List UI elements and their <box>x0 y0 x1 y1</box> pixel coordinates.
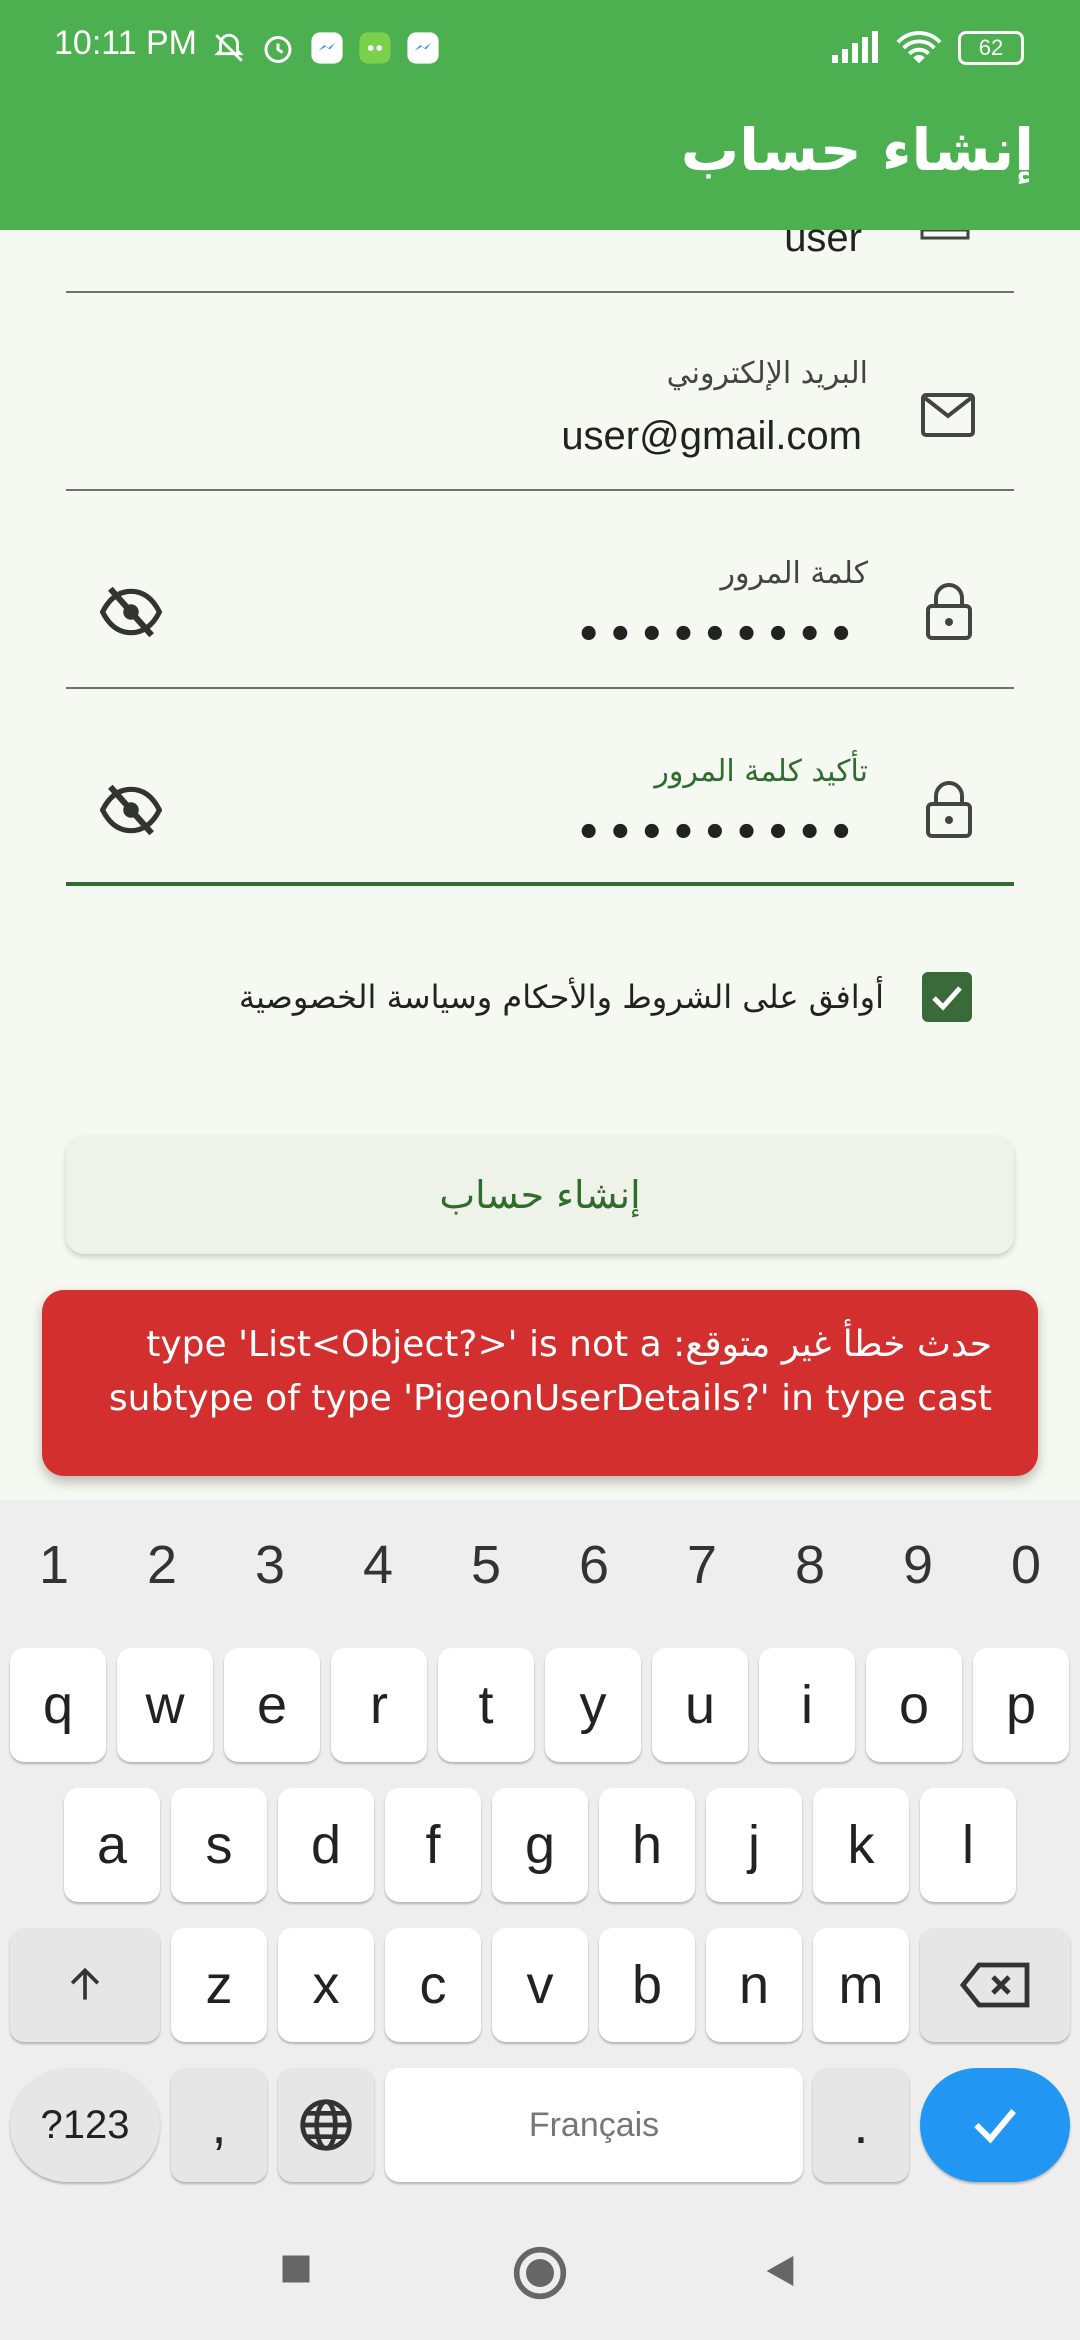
email-underline <box>66 489 1014 491</box>
username-underline <box>66 291 1014 293</box>
wifi-icon <box>896 31 942 64</box>
key-9[interactable]: 9 <box>903 1534 933 1606</box>
status-bar: 10:11 PM 62 <box>0 0 1080 96</box>
space-key[interactable]: Français <box>385 2068 803 2182</box>
number-row: 1 2 3 4 5 6 7 8 9 0 <box>0 1534 1080 1606</box>
period-key[interactable]: . <box>813 2068 909 2182</box>
confirm-password-value: ••••••••• <box>575 810 860 856</box>
checkbox-checked-icon <box>932 986 962 1011</box>
eye-off-icon[interactable] <box>100 784 162 836</box>
system-status-icons: 62 <box>830 26 1024 70</box>
page-title: إنشاء حساب <box>680 116 1034 184</box>
key-u[interactable]: u <box>652 1648 748 1762</box>
lock-icon <box>926 781 972 838</box>
error-message-line2: subtype of type 'PigeonUserDetails?' in … <box>108 1378 992 1419</box>
arrow-up-icon <box>70 1967 100 2000</box>
messenger-icon <box>311 32 343 64</box>
key-e[interactable]: e <box>224 1648 320 1762</box>
key-y[interactable]: y <box>545 1648 641 1762</box>
lock-icon <box>926 583 972 640</box>
key-l[interactable]: l <box>920 1788 1016 1902</box>
recents-icon[interactable] <box>278 2251 314 2287</box>
username-value: user <box>784 216 862 260</box>
key-v[interactable]: v <box>492 1928 588 2042</box>
navigation-bar <box>0 2205 1080 2340</box>
key-5[interactable]: 5 <box>471 1534 501 1606</box>
error-snackbar: حدث خطأ غير متوقع: type 'List<Object?>' … <box>42 1290 1038 1476</box>
key-6[interactable]: 6 <box>579 1534 609 1606</box>
enter-key[interactable] <box>920 2068 1070 2182</box>
key-q[interactable]: q <box>10 1648 106 1762</box>
key-o[interactable]: o <box>866 1648 962 1762</box>
key-2[interactable]: 2 <box>147 1534 177 1606</box>
key-h[interactable]: h <box>599 1788 695 1902</box>
checkmark-icon <box>974 2109 1016 2144</box>
email-label: البريد الإلكتروني <box>666 356 868 391</box>
android-app-icon <box>359 32 391 64</box>
key-a[interactable]: a <box>64 1788 160 1902</box>
symbols-key[interactable]: ?123 <box>10 2068 160 2182</box>
key-8[interactable]: 8 <box>795 1534 825 1606</box>
comma-key[interactable]: , <box>171 2068 267 2182</box>
key-4[interactable]: 4 <box>363 1534 393 1606</box>
clock: 10:11 PM <box>54 24 198 62</box>
confirm-password-label: تأكيد كلمة المرور <box>654 754 868 789</box>
error-message-line1: حدث خطأ غير متوقع: type 'List<Object?>' … <box>146 1324 992 1365</box>
person-icon <box>920 230 970 240</box>
key-t[interactable]: t <box>438 1648 534 1762</box>
bell-off-icon <box>214 33 244 62</box>
messenger-icon <box>407 32 439 64</box>
alarm-icon <box>264 36 292 63</box>
backspace-icon <box>959 1962 1030 2008</box>
key-r[interactable]: r <box>331 1648 427 1762</box>
language-key[interactable] <box>278 2068 374 2182</box>
key-d[interactable]: d <box>278 1788 374 1902</box>
key-1[interactable]: 1 <box>39 1534 69 1606</box>
key-s[interactable]: s <box>171 1788 267 1902</box>
back-icon[interactable] <box>760 2251 800 2291</box>
key-3[interactable]: 3 <box>255 1534 285 1606</box>
create-account-button[interactable]: إنشاء حساب <box>66 1136 1014 1254</box>
mail-icon <box>921 393 975 437</box>
backspace-key[interactable] <box>920 1928 1070 2042</box>
shift-key[interactable] <box>10 1928 160 2042</box>
battery-level: 62 <box>978 35 1004 60</box>
eye-off-icon[interactable] <box>100 586 162 638</box>
key-i[interactable]: i <box>759 1648 855 1762</box>
key-n[interactable]: n <box>706 1928 802 2042</box>
password-label: كلمة المرور <box>720 556 868 591</box>
key-k[interactable]: k <box>813 1788 909 1902</box>
terms-text: أوافق على الشروط والأحكام وسياسة الخصوصي… <box>238 978 884 1016</box>
key-b[interactable]: b <box>599 1928 695 2042</box>
terms-checkbox[interactable] <box>922 972 972 1022</box>
key-0[interactable]: 0 <box>1011 1534 1041 1606</box>
signal-icon <box>832 31 878 63</box>
key-c[interactable]: c <box>385 1928 481 2042</box>
key-x[interactable]: x <box>278 1928 374 2042</box>
email-value: user@gmail.com <box>561 414 862 458</box>
key-g[interactable]: g <box>492 1788 588 1902</box>
key-j[interactable]: j <box>706 1788 802 1902</box>
notification-icons <box>212 26 440 70</box>
globe-icon <box>300 2099 352 2151</box>
confirm-password-underline <box>66 882 1014 886</box>
app-bar: إنشاء حساب <box>0 96 1080 230</box>
battery-indicator: 62 <box>958 31 1024 65</box>
password-value: ••••••••• <box>575 612 860 658</box>
key-p[interactable]: p <box>973 1648 1069 1762</box>
key-f[interactable]: f <box>385 1788 481 1902</box>
error-message: حدث خطأ غير متوقع: type 'List<Object?>' … <box>92 1318 992 1426</box>
home-icon[interactable] <box>512 2245 568 2301</box>
key-z[interactable]: z <box>171 1928 267 2042</box>
key-w[interactable]: w <box>117 1648 213 1762</box>
key-7[interactable]: 7 <box>687 1534 717 1606</box>
password-underline <box>66 687 1014 689</box>
key-m[interactable]: m <box>813 1928 909 2042</box>
